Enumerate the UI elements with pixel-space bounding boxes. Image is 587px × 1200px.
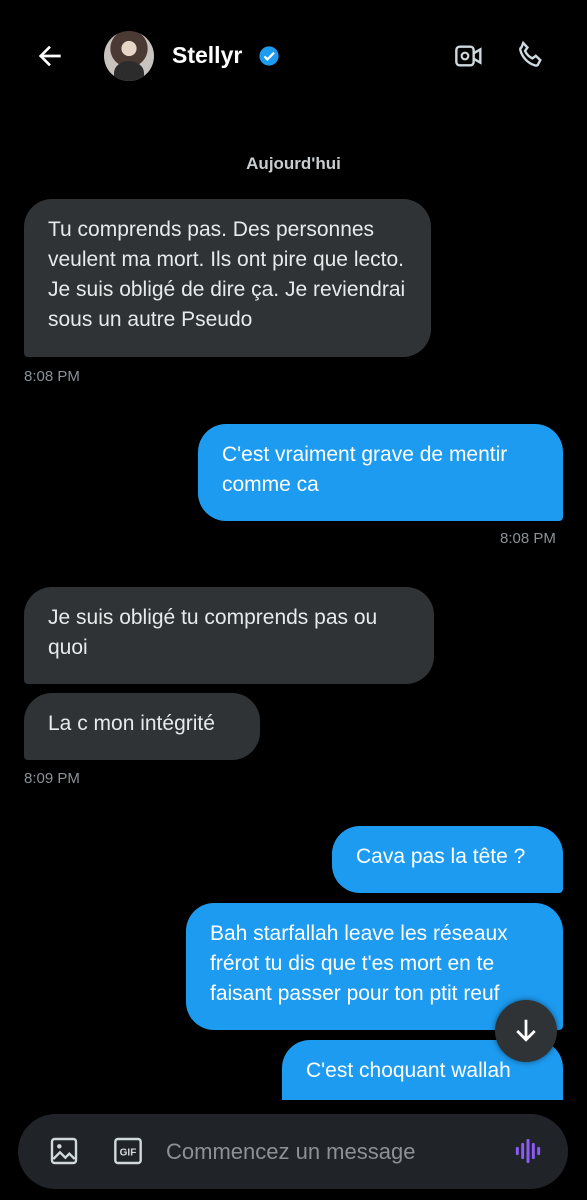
message-timestamp: 8:08 PM <box>500 530 556 547</box>
message-timestamp: 8:08 PM <box>24 368 80 385</box>
phone-call-icon[interactable] <box>514 38 548 72</box>
image-icon[interactable] <box>48 1135 80 1167</box>
verified-badge-icon <box>259 46 279 66</box>
message-incoming[interactable]: Je suis obligé tu comprends pas ou quoi <box>24 587 434 684</box>
message-outgoing[interactable]: Cava pas la tête ? <box>332 826 563 893</box>
day-separator: Aujourd'hui <box>246 154 341 173</box>
video-call-icon[interactable] <box>452 40 486 72</box>
conversation-header: Stellyr <box>0 0 587 112</box>
message-outgoing[interactable]: C'est vraiment grave de mentir comme ca <box>198 424 563 521</box>
back-arrow-icon[interactable] <box>34 40 66 72</box>
message-timestamp: 8:09 PM <box>24 770 80 787</box>
svg-text:GIF: GIF <box>120 1148 137 1159</box>
message-composer: GIF <box>18 1114 568 1189</box>
message-incoming[interactable]: Tu comprends pas. Des personnes veulent … <box>24 199 431 357</box>
message-incoming[interactable]: La c mon intégrité <box>24 693 260 760</box>
gif-icon[interactable]: GIF <box>112 1135 144 1167</box>
voice-message-icon[interactable] <box>512 1134 544 1168</box>
contact-name[interactable]: Stellyr <box>172 42 242 69</box>
message-input[interactable] <box>164 1132 498 1172</box>
down-arrow-icon <box>516 1019 536 1042</box>
scroll-to-bottom-button[interactable] <box>495 1000 557 1062</box>
contact-avatar[interactable] <box>104 31 154 81</box>
